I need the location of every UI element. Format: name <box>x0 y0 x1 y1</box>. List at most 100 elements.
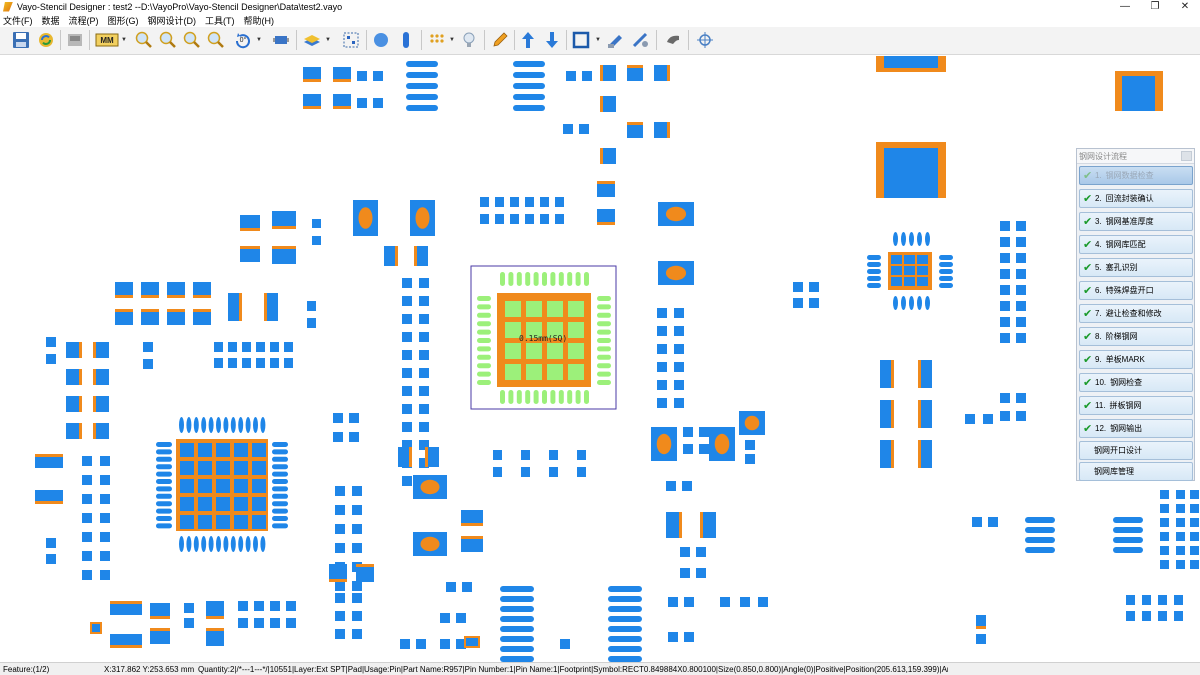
step-1-button[interactable]: ✔ 1. 钢网数据检查 <box>1079 166 1193 185</box>
minimize-button[interactable]: — <box>1110 0 1140 13</box>
zoom-window-icon[interactable] <box>181 29 203 51</box>
pad <box>654 65 667 81</box>
pad <box>500 596 534 602</box>
pad <box>1160 532 1169 541</box>
zoom-in-icon[interactable] <box>133 29 155 51</box>
arrow-up-icon[interactable] <box>517 29 539 51</box>
pad <box>402 278 412 288</box>
import-icon[interactable] <box>64 29 86 51</box>
pad <box>657 380 667 390</box>
menu-process[interactable]: 流程(P) <box>69 14 99 27</box>
menu-stencil-design[interactable]: 钢网设计(D) <box>148 14 197 27</box>
pad <box>270 601 280 611</box>
panel-close-button[interactable] <box>1181 151 1192 161</box>
pad <box>516 390 522 404</box>
pad <box>461 539 483 552</box>
grid-dropdown-icon[interactable]: ▼ <box>449 37 455 43</box>
menu-file[interactable]: 文件(F) <box>3 14 33 27</box>
step-2-button[interactable]: ✔ 2. 回流封装确认 <box>1079 189 1193 208</box>
step-5-button[interactable]: ✔ 5. 塞孔识别 <box>1079 258 1193 277</box>
pad <box>1000 317 1010 327</box>
pad <box>180 479 194 493</box>
pad <box>976 615 986 626</box>
pad <box>96 369 109 385</box>
step-6-button[interactable]: ✔ 6. 特殊焊盘开口 <box>1079 281 1193 300</box>
selected-qfn-component[interactable]: 0.15mm(SQ) <box>470 265 617 410</box>
pad <box>1160 518 1169 527</box>
pad <box>680 568 690 578</box>
units-icon[interactable]: MM <box>94 29 120 51</box>
save-icon[interactable] <box>10 29 32 51</box>
rotation-label: 0° <box>239 36 247 44</box>
pad <box>510 197 519 207</box>
hand-icon[interactable] <box>662 29 684 51</box>
pad <box>513 72 545 78</box>
menu-data[interactable]: 数据 <box>42 14 60 27</box>
units-dropdown-icon[interactable]: ▼ <box>121 37 127 43</box>
pad <box>357 98 367 108</box>
component-icon[interactable] <box>270 29 292 51</box>
rotate-icon[interactable]: 0° <box>232 29 254 51</box>
pad <box>100 570 110 580</box>
pad <box>542 390 547 404</box>
square-dropdown-icon[interactable]: ▼ <box>595 37 601 43</box>
pad <box>82 513 92 523</box>
pad <box>333 67 351 79</box>
square-icon[interactable] <box>570 29 592 51</box>
step-12-button[interactable]: ✔ 12. 钢网输出 <box>1079 419 1193 438</box>
settings-tools-icon[interactable] <box>630 29 652 51</box>
pad <box>329 564 347 579</box>
step-7-button[interactable]: ✔ 7. 避让检查和修改 <box>1079 304 1193 323</box>
pad <box>495 197 504 207</box>
circle-pad-icon[interactable] <box>370 29 392 51</box>
pad <box>230 536 236 552</box>
pad <box>477 321 491 327</box>
pad <box>349 413 359 423</box>
pad <box>513 94 545 100</box>
arrow-down-icon[interactable] <box>541 29 563 51</box>
menu-help[interactable]: 帮助(H) <box>244 14 275 27</box>
step-3-button[interactable]: ✔ 3. 钢网基准厚度 <box>1079 212 1193 231</box>
pad <box>156 516 172 521</box>
oval-pad-icon[interactable] <box>395 29 417 51</box>
layer-dropdown-icon[interactable]: ▼ <box>325 37 331 43</box>
step-8-button[interactable]: ✔ 8. 阶梯钢网 <box>1079 327 1193 346</box>
pencil-icon[interactable] <box>489 29 511 51</box>
stencil-library-button[interactable]: 钢网库管理 <box>1079 462 1193 481</box>
pad <box>402 386 412 396</box>
pad <box>46 554 56 564</box>
step-4-button[interactable]: ✔ 4. 钢网库匹配 <box>1079 235 1193 254</box>
pad <box>584 272 589 286</box>
stencil-canvas[interactable]: 0.15mm(SQ) <box>0 56 1200 662</box>
refresh-icon[interactable] <box>35 29 57 51</box>
menu-graphics[interactable]: 图形(G) <box>108 14 139 27</box>
grid-dots-icon[interactable] <box>426 29 448 51</box>
pad <box>880 400 891 428</box>
pad <box>335 629 345 639</box>
step-9-button[interactable]: ✔ 9. 单板MARK <box>1079 350 1193 369</box>
step-11-button[interactable]: ✔ 11. 拼板钢网 <box>1079 396 1193 415</box>
pad <box>141 282 159 295</box>
layer-icon[interactable] <box>301 29 323 51</box>
pad <box>1000 269 1010 279</box>
pad <box>1160 504 1169 513</box>
menu-tools[interactable]: 工具(T) <box>205 14 235 27</box>
stencil-aperture-design-button[interactable]: 钢网开口设计 <box>1079 441 1193 460</box>
pad <box>167 312 185 325</box>
close-button[interactable]: ✕ <box>1170 0 1200 13</box>
pad <box>184 618 194 628</box>
zoom-out-icon[interactable] <box>157 29 179 51</box>
maximize-button[interactable]: ❐ <box>1140 0 1170 13</box>
edit-tools-icon[interactable] <box>605 29 627 51</box>
step-10-button[interactable]: ✔ 10. 钢网检查 <box>1079 373 1193 392</box>
pad <box>495 214 504 224</box>
target-icon[interactable] <box>694 29 716 51</box>
rotate-dropdown-icon[interactable]: ▼ <box>256 37 262 43</box>
bulb-icon[interactable] <box>458 29 480 51</box>
zoom-fit-icon[interactable] <box>205 29 227 51</box>
pad <box>549 450 558 460</box>
select-icon[interactable] <box>340 29 362 51</box>
pcb-pad-layer[interactable]: 0.15mm(SQ) <box>0 56 1200 662</box>
pad <box>419 296 429 306</box>
pad <box>884 148 938 198</box>
